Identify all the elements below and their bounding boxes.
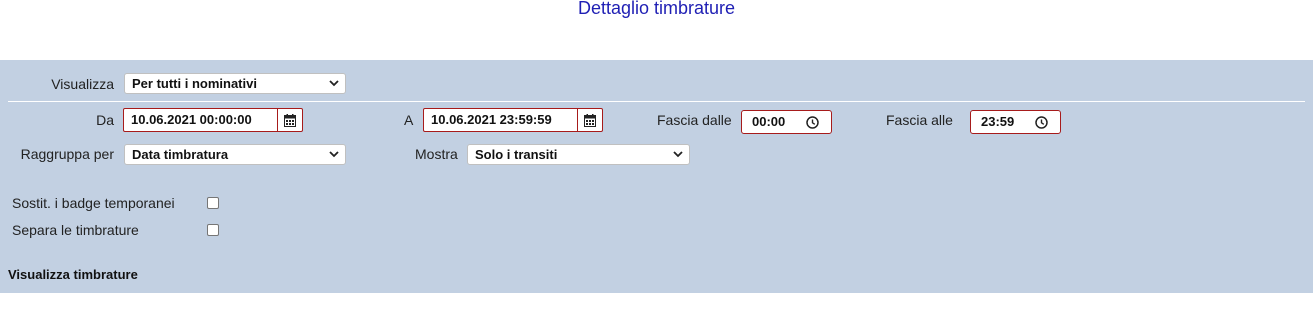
a-datetime-input[interactable]: 10.06.2021 23:59:59 bbox=[423, 108, 603, 132]
raggruppa-label: Raggruppa per bbox=[20, 146, 114, 162]
a-datetime-value: 10.06.2021 23:59:59 bbox=[431, 112, 552, 127]
fascia-dalle-time-input[interactable]: 00:00 bbox=[741, 110, 832, 134]
raggruppa-select[interactable]: Data timbratura bbox=[124, 144, 346, 165]
sostit-badge-checkbox[interactable] bbox=[207, 197, 219, 209]
filter-panel bbox=[0, 60, 1313, 293]
separa-timbrature-label: Separa le timbrature bbox=[12, 222, 139, 238]
mostra-select-value: Solo i transiti bbox=[475, 147, 558, 162]
fascia-alle-time-input[interactable]: 23:59 bbox=[970, 110, 1061, 134]
page-title: Dettaglio timbrature bbox=[577, 0, 736, 18]
separa-timbrature-checkbox[interactable] bbox=[207, 224, 219, 236]
visualizza-select-value: Per tutti i nominativi bbox=[132, 76, 257, 91]
mostra-select[interactable]: Solo i transiti bbox=[467, 144, 690, 165]
fascia-alle-value: 23:59 bbox=[981, 114, 1015, 129]
calendar-icon[interactable] bbox=[577, 109, 602, 131]
clock-icon[interactable] bbox=[1035, 116, 1048, 129]
clock-icon[interactable] bbox=[806, 116, 819, 129]
fascia-dalle-value: 00:00 bbox=[752, 114, 786, 129]
da-label: Da bbox=[96, 112, 114, 128]
sostit-badge-label: Sostit. i badge temporanei bbox=[12, 195, 175, 211]
divider bbox=[8, 101, 1305, 102]
fascia-dalle-label: Fascia dalle bbox=[657, 112, 732, 128]
raggruppa-select-value: Data timbratura bbox=[132, 147, 229, 162]
chevron-down-icon bbox=[329, 80, 339, 87]
visualizza-label: Visualizza bbox=[51, 76, 114, 92]
chevron-down-icon bbox=[673, 151, 683, 158]
da-datetime-input[interactable]: 10.06.2021 00:00:00 bbox=[123, 108, 303, 132]
visualizza-select[interactable]: Per tutti i nominativi bbox=[124, 73, 346, 94]
a-label: A bbox=[404, 112, 414, 128]
visualizza-timbrature-heading[interactable]: Visualizza timbrature bbox=[8, 267, 138, 282]
da-datetime-value: 10.06.2021 00:00:00 bbox=[131, 112, 252, 127]
calendar-icon[interactable] bbox=[277, 109, 302, 131]
chevron-down-icon bbox=[329, 151, 339, 158]
mostra-label: Mostra bbox=[415, 146, 458, 162]
fascia-alle-label: Fascia alle bbox=[886, 112, 953, 128]
